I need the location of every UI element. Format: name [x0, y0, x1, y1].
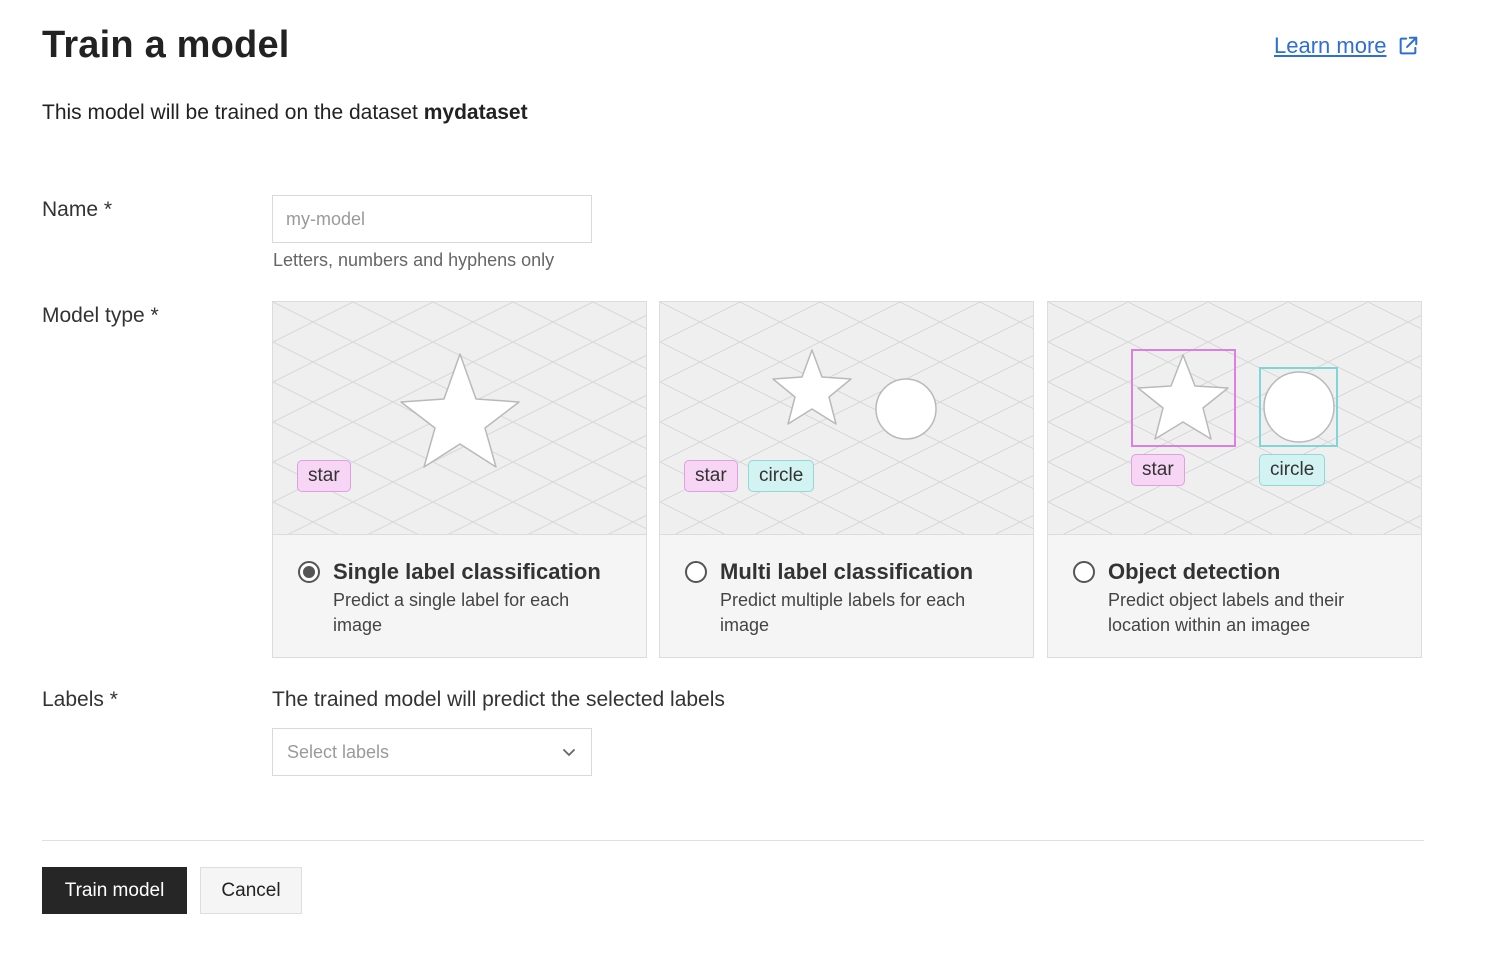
labels-select[interactable]: Select labels	[272, 728, 592, 776]
learn-more-label: Learn more	[1274, 33, 1387, 58]
labels-help-text: The trained model will predict the selec…	[272, 688, 725, 711]
tag-star: star	[297, 460, 351, 492]
tag-circle: circle	[1259, 454, 1326, 486]
labels-label: Labels *	[42, 688, 118, 711]
chevron-down-icon	[563, 749, 575, 756]
learn-more-link[interactable]: Learn more	[1274, 33, 1419, 59]
model-type-option-detection[interactable]: star circle Object detection Predict obj…	[1047, 301, 1422, 658]
tag-circle: circle	[748, 460, 815, 492]
star-icon	[400, 353, 520, 468]
model-type-option-multi[interactable]: star circle Multi label classification P…	[659, 301, 1034, 658]
multi-label-illustration: star circle	[660, 302, 1033, 535]
option-title: Multi label classification	[720, 559, 974, 584]
dataset-name: mydataset	[423, 101, 528, 124]
single-label-illustration: star	[273, 302, 646, 535]
cancel-button[interactable]: Cancel	[200, 867, 302, 914]
model-type-label: Model type *	[42, 304, 159, 327]
radio-detection[interactable]	[1073, 561, 1095, 583]
external-link-icon	[1399, 36, 1417, 55]
option-description: Predict multiple labels for each image	[720, 590, 966, 635]
dataset-description: This model will be trained on the datase…	[42, 101, 528, 125]
star-and-circle-icons	[772, 349, 937, 440]
tag-star: star	[1131, 454, 1185, 486]
option-title: Object detection	[1108, 559, 1281, 584]
train-model-button[interactable]: Train model	[42, 867, 187, 914]
tag-star: star	[684, 460, 738, 492]
radio-multi[interactable]	[685, 561, 707, 583]
labels-select-placeholder: Select labels	[287, 741, 390, 762]
divider	[42, 840, 1424, 841]
page-title: Train a model	[42, 24, 290, 66]
bounding-boxes-icon	[1131, 349, 1338, 447]
model-name-input[interactable]	[272, 195, 592, 243]
option-description: Predict object labels and their location…	[1108, 590, 1345, 635]
dataset-description-prefix: This model will be trained on the datase…	[42, 101, 424, 124]
radio-single[interactable]	[298, 561, 320, 583]
name-label: Name *	[42, 198, 113, 221]
name-hint: Letters, numbers and hyphens only	[273, 250, 555, 270]
option-description: Predict a single label for each image	[333, 590, 570, 635]
option-title: Single label classification	[333, 559, 601, 584]
model-type-option-single[interactable]: star Single label classification Predict…	[272, 301, 647, 658]
object-detection-illustration: star circle	[1048, 302, 1421, 535]
